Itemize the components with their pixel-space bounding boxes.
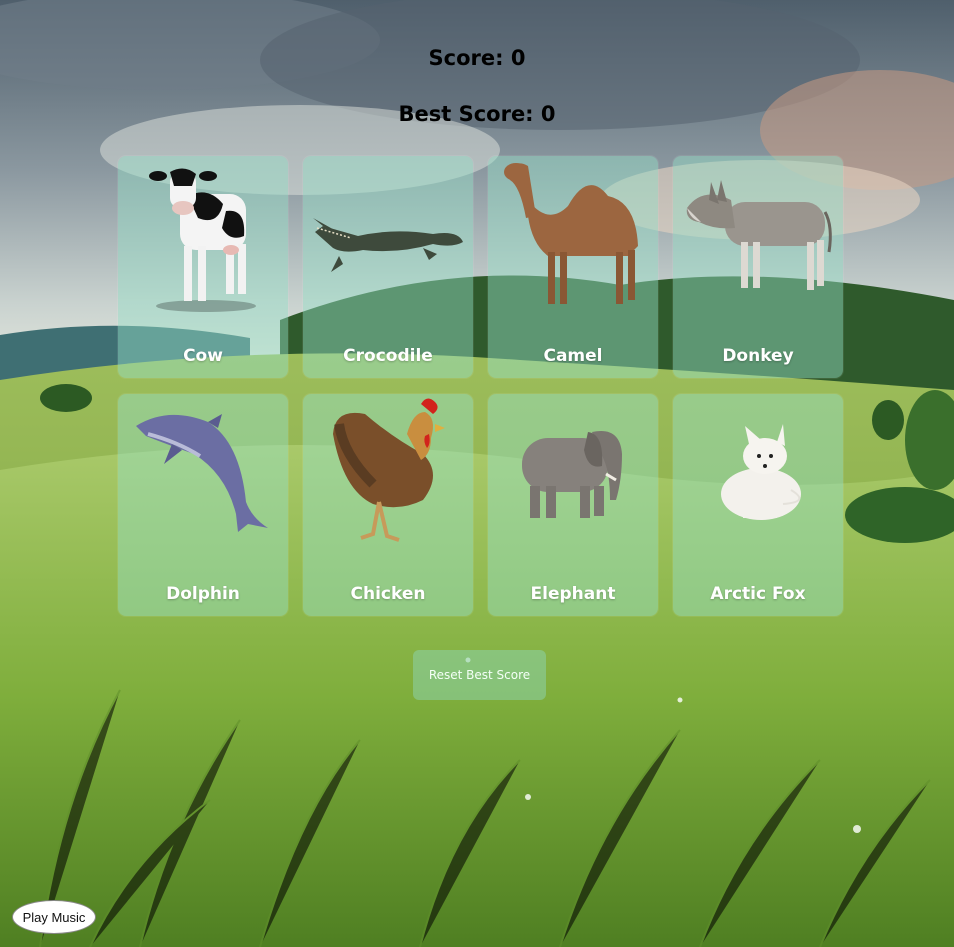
- crocodile-icon: [303, 156, 473, 321]
- animal-card-label: Camel: [543, 346, 603, 366]
- animal-card-label: Dolphin: [166, 584, 240, 604]
- animal-card-label: Elephant: [530, 584, 616, 604]
- animal-card-dolphin[interactable]: Dolphin: [118, 394, 288, 616]
- score-display: Score: 0: [428, 46, 526, 70]
- best-score-display: Best Score: 0: [398, 102, 556, 126]
- animal-card-donkey[interactable]: Donkey: [673, 156, 843, 378]
- animal-card-label: Chicken: [350, 584, 426, 604]
- reset-best-score-button[interactable]: Reset Best Score: [413, 650, 546, 700]
- play-music-button[interactable]: Play Music: [12, 900, 96, 934]
- animal-card-elephant[interactable]: Elephant: [488, 394, 658, 616]
- animal-card-grid: Cow Crocodile Camel Donkey Dolphin Chick…: [118, 156, 843, 616]
- animal-card-camel[interactable]: Camel: [488, 156, 658, 378]
- animal-card-label: Donkey: [722, 346, 794, 366]
- animal-card-arctic-fox[interactable]: Arctic Fox: [673, 394, 843, 616]
- animal-card-label: Cow: [183, 346, 223, 366]
- animal-card-cow[interactable]: Cow: [118, 156, 288, 378]
- chicken-icon: [303, 394, 473, 559]
- cow-icon: [118, 156, 288, 321]
- elephant-icon: [488, 394, 658, 559]
- camel-icon: [488, 156, 658, 321]
- animal-card-chicken[interactable]: Chicken: [303, 394, 473, 616]
- animal-card-crocodile[interactable]: Crocodile: [303, 156, 473, 378]
- dolphin-icon: [118, 394, 288, 559]
- donkey-icon: [673, 156, 843, 321]
- animal-card-label: Arctic Fox: [710, 584, 806, 604]
- animal-card-label: Crocodile: [343, 346, 433, 366]
- arctic-fox-icon: [673, 394, 843, 559]
